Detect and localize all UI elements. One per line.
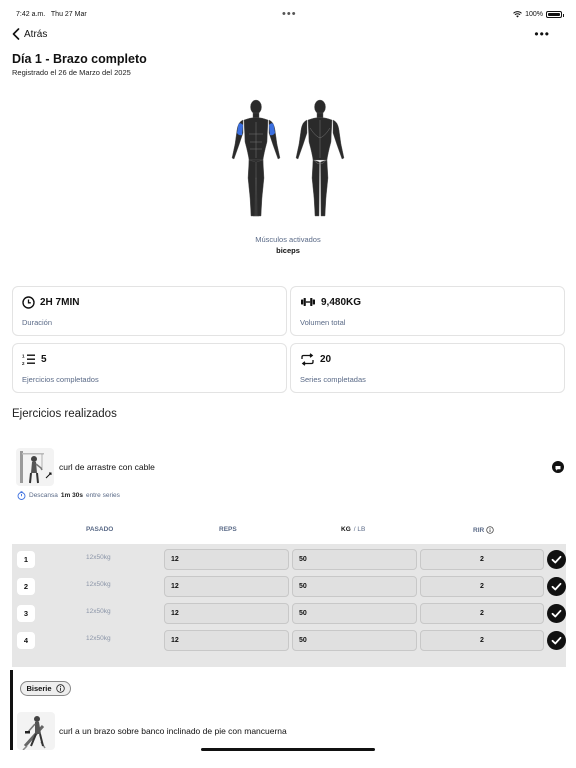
weight-input[interactable]: 50 <box>292 630 417 651</box>
rest-timer[interactable]: Descansa 1m 30s entre series <box>17 491 120 500</box>
col-header-rir: RIR <box>473 526 494 534</box>
status-time: 7:42 a.m. Thu 27 Mar <box>16 11 87 18</box>
set-row: 2 12x50kg 12 50 2 <box>12 575 566 597</box>
exercises-label: Ejercicios completados <box>22 375 99 384</box>
set-complete-check-icon[interactable] <box>547 550 566 569</box>
set-row: 4 12x50kg 12 50 2 <box>12 629 566 651</box>
rir-input[interactable]: 2 <box>420 576 544 597</box>
chevron-left-icon <box>12 28 20 40</box>
col-header-lb: / LB <box>353 526 366 533</box>
col-header-prev: PASADO <box>86 526 114 533</box>
status-bar: 7:42 a.m. Thu 27 Mar ••• 100% <box>0 0 576 22</box>
clock-icon <box>22 296 35 309</box>
col-header-unit[interactable]: KG / LB <box>341 526 365 533</box>
stat-card-series: 20 Series completadas <box>290 343 565 393</box>
weight-input[interactable]: 50 <box>292 576 417 597</box>
set-complete-check-icon[interactable] <box>547 631 566 650</box>
rest-value: 1m 30s <box>60 492 83 499</box>
set-number: 3 <box>17 605 35 622</box>
multitasking-dots-icon[interactable]: ••• <box>282 8 297 20</box>
exercise-name[interactable]: curl de arrastre con cable <box>59 462 155 472</box>
volume-label: Volumen total <box>300 318 346 327</box>
battery-fill <box>548 13 560 16</box>
page-title: Día 1 - Brazo completo <box>12 52 147 66</box>
reps-input[interactable]: 12 <box>164 576 289 597</box>
series-label: Series completadas <box>300 375 366 384</box>
volume-value: 9,480KG <box>321 296 362 308</box>
dumbbell-icon <box>301 298 315 306</box>
wifi-icon <box>513 11 522 18</box>
weight-input[interactable]: 50 <box>292 603 417 624</box>
weight-input[interactable]: 50 <box>292 549 417 570</box>
rest-prefix: Descansa <box>29 492 58 499</box>
rir-input[interactable]: 2 <box>420 549 544 570</box>
reps-input[interactable]: 12 <box>164 603 289 624</box>
reps-input[interactable]: 12 <box>164 630 289 651</box>
repeat-icon <box>301 353 314 366</box>
col-header-reps: REPS <box>219 526 237 533</box>
biserie-badge[interactable]: Biserie <box>20 681 71 696</box>
set-previous: 12x50kg <box>86 554 111 561</box>
set-previous: 12x50kg <box>86 635 111 642</box>
rir-input[interactable]: 2 <box>420 603 544 624</box>
back-button[interactable]: Atrás <box>12 28 47 40</box>
set-number: 2 <box>17 578 35 595</box>
svg-text:1: 1 <box>22 354 25 359</box>
set-row: 1 12x50kg 12 50 2 <box>12 548 566 570</box>
section-title-exercises: Ejercicios realizados <box>12 408 117 420</box>
more-options-icon[interactable]: ••• <box>534 27 550 41</box>
set-complete-check-icon[interactable] <box>547 577 566 596</box>
duration-value: 2H 7MIN <box>40 297 80 308</box>
battery-icon <box>546 11 564 18</box>
info-icon[interactable] <box>486 526 494 534</box>
muscles-activated-label: Músculos activados <box>255 235 321 244</box>
rest-suffix: entre series <box>85 492 120 499</box>
timer-icon <box>17 491 26 500</box>
exercise-thumbnail[interactable] <box>16 448 54 486</box>
exercise-name[interactable]: curl a un brazo sobre banco inclinado de… <box>59 726 287 736</box>
set-number: 1 <box>17 551 35 568</box>
col-header-kg: KG <box>341 526 351 533</box>
muscles-activated-value: biceps <box>276 246 300 255</box>
biserie-indicator <box>10 670 13 750</box>
reps-input[interactable]: 12 <box>164 549 289 570</box>
col-header-rir-label: RIR <box>473 526 485 534</box>
registered-date: Registrado el 26 de Marzo del 2025 <box>12 68 131 77</box>
rir-input[interactable]: 2 <box>420 630 544 651</box>
set-previous: 12x50kg <box>86 608 111 615</box>
set-number: 4 <box>17 632 35 649</box>
info-icon <box>55 684 65 693</box>
duration-label: Duración <box>22 318 53 327</box>
numbered-list-icon: 12 <box>22 354 35 366</box>
stat-card-exercises: 12 5 Ejercicios completados <box>12 343 287 393</box>
set-complete-check-icon[interactable] <box>547 604 566 623</box>
back-label: Atrás <box>24 28 48 40</box>
status-right: 100% <box>513 11 564 18</box>
exercise-thumbnail[interactable] <box>17 712 55 750</box>
stat-card-volume: 9,480KG Volumen total <box>290 286 565 336</box>
set-previous: 12x50kg <box>86 581 111 588</box>
set-row: 3 12x50kg 12 50 2 <box>12 602 566 624</box>
series-value: 20 <box>320 354 332 365</box>
navbar: Atrás ••• <box>0 26 576 46</box>
home-indicator[interactable] <box>201 748 375 751</box>
battery-percent: 100% <box>525 11 543 18</box>
exercises-value: 5 <box>41 354 47 365</box>
biserie-label: Biserie <box>26 684 52 693</box>
stat-card-duration: 2H 7MIN Duración <box>12 286 287 336</box>
svg-text:2: 2 <box>22 361 25 366</box>
notes-chat-icon[interactable] <box>552 461 564 473</box>
muscle-map <box>231 99 345 217</box>
